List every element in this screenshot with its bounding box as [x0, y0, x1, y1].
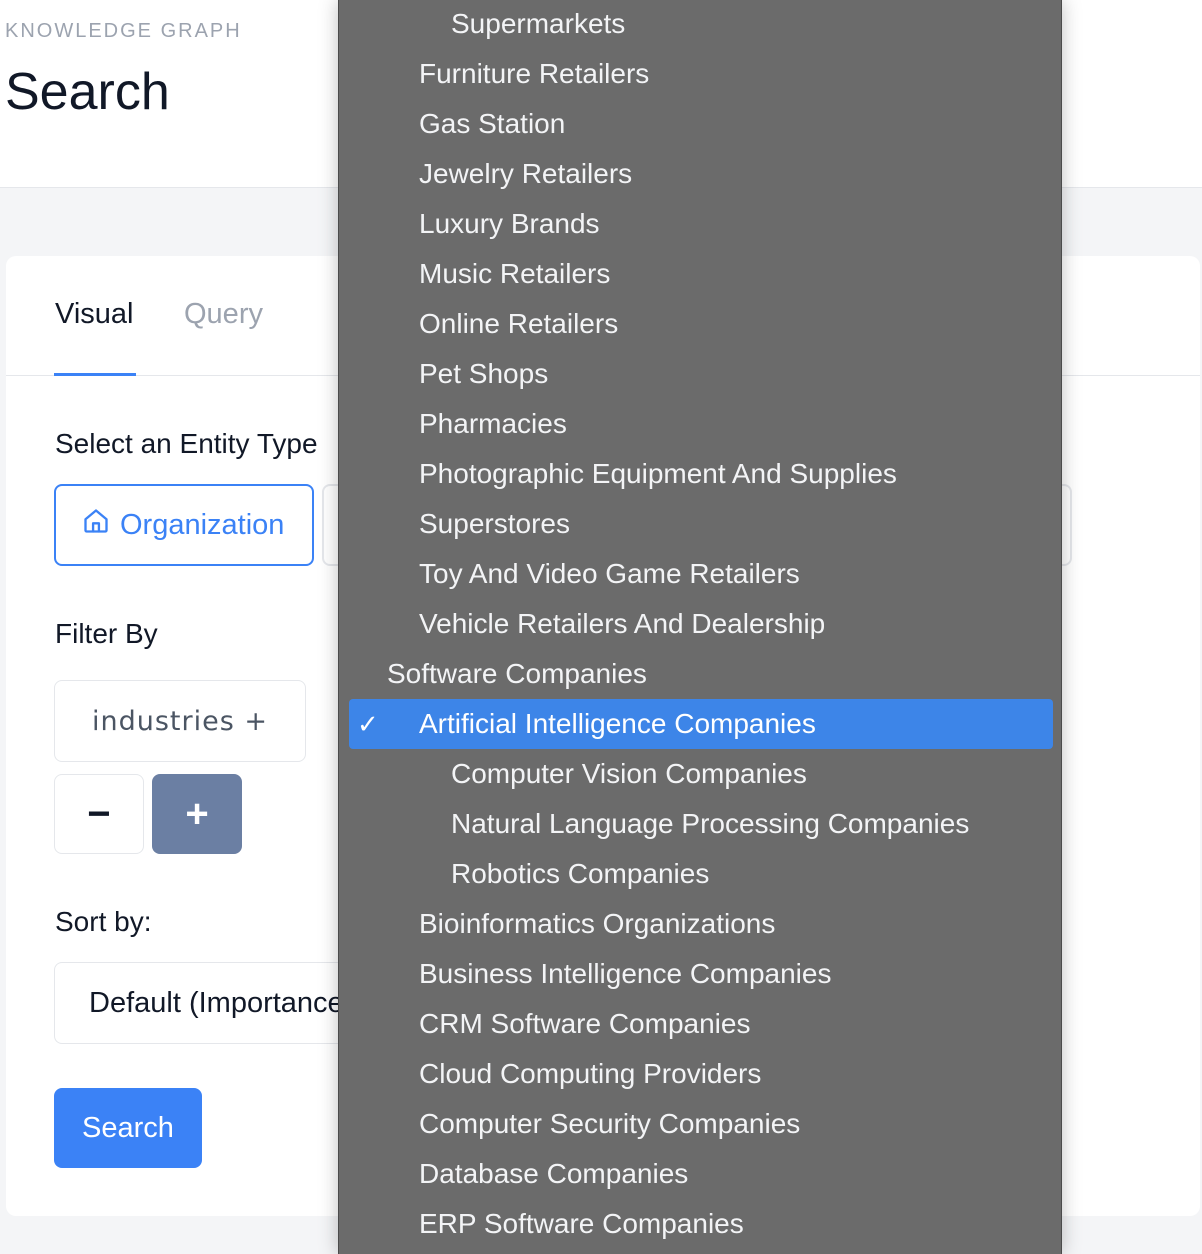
section-eyebrow: KNOWLEDGE GRAPH	[5, 20, 242, 42]
tab-query[interactable]: Query	[184, 298, 263, 331]
add-filter-button[interactable]: +	[152, 774, 242, 854]
checkmark-icon: ✓	[357, 709, 379, 739]
dropdown-option[interactable]: CRM Software Companies	[419, 999, 750, 1049]
entity-type-label: Select an Entity Type	[55, 428, 318, 459]
sort-select[interactable]: Default (Importance	[54, 962, 354, 1044]
remove-filter-button[interactable]: −	[54, 774, 144, 854]
dropdown-option[interactable]: Pharmacies	[419, 399, 567, 449]
dropdown-option[interactable]: Cloud Computing Providers	[419, 1049, 761, 1099]
dropdown-option[interactable]: Vehicle Retailers And Dealership	[419, 599, 825, 649]
dropdown-option-selected[interactable]: ✓ Artificial Intelligence Companies	[349, 699, 1053, 749]
sort-by-label: Sort by:	[55, 906, 152, 937]
entity-type-label-text: Organization	[120, 508, 285, 541]
entity-type-organization-button[interactable]: Organization	[54, 484, 314, 566]
home-icon	[82, 507, 110, 543]
dropdown-option[interactable]: Superstores	[419, 499, 570, 549]
dropdown-option-label: Artificial Intelligence Companies	[419, 708, 816, 739]
dropdown-option[interactable]: Supermarkets	[451, 0, 625, 49]
search-button[interactable]: Search	[54, 1088, 202, 1168]
active-tab-indicator	[54, 373, 136, 376]
dropdown-option[interactable]: Computer Security Companies	[419, 1099, 800, 1149]
dropdown-option[interactable]: Online Retailers	[419, 299, 618, 349]
dropdown-option[interactable]: Natural Language Processing Companies	[451, 799, 969, 849]
dropdown-option[interactable]: Luxury Brands	[419, 199, 600, 249]
dropdown-option[interactable]: Music Retailers	[419, 249, 610, 299]
tab-visual[interactable]: Visual	[55, 298, 133, 331]
industries-dropdown-list[interactable]: Supermarkets Furniture Retailers Gas Stati…	[338, 0, 1062, 1254]
dropdown-option[interactable]: Database Companies	[419, 1149, 688, 1199]
dropdown-option[interactable]: Gas Station	[419, 99, 565, 149]
dropdown-option[interactable]: Furniture Retailers	[419, 49, 649, 99]
dropdown-option[interactable]: Computer Vision Companies	[451, 749, 807, 799]
dropdown-option[interactable]: Business Intelligence Companies	[419, 949, 831, 999]
filter-by-label: Filter By	[55, 618, 158, 649]
dropdown-option[interactable]: Robotics Companies	[451, 849, 709, 899]
dropdown-option[interactable]: Software Companies	[387, 649, 647, 699]
dropdown-option[interactable]: Pet Shops	[419, 349, 548, 399]
page-title: Search	[5, 63, 170, 121]
industries-filter-chip[interactable]: industries +	[54, 680, 306, 762]
dropdown-option[interactable]: ERP Software Companies	[419, 1199, 744, 1249]
dropdown-option[interactable]: Jewelry Retailers	[419, 149, 632, 199]
dropdown-option[interactable]: Toy And Video Game Retailers	[419, 549, 800, 599]
dropdown-option[interactable]: Bioinformatics Organizations	[419, 899, 775, 949]
dropdown-option[interactable]: Photographic Equipment And Supplies	[419, 449, 897, 499]
